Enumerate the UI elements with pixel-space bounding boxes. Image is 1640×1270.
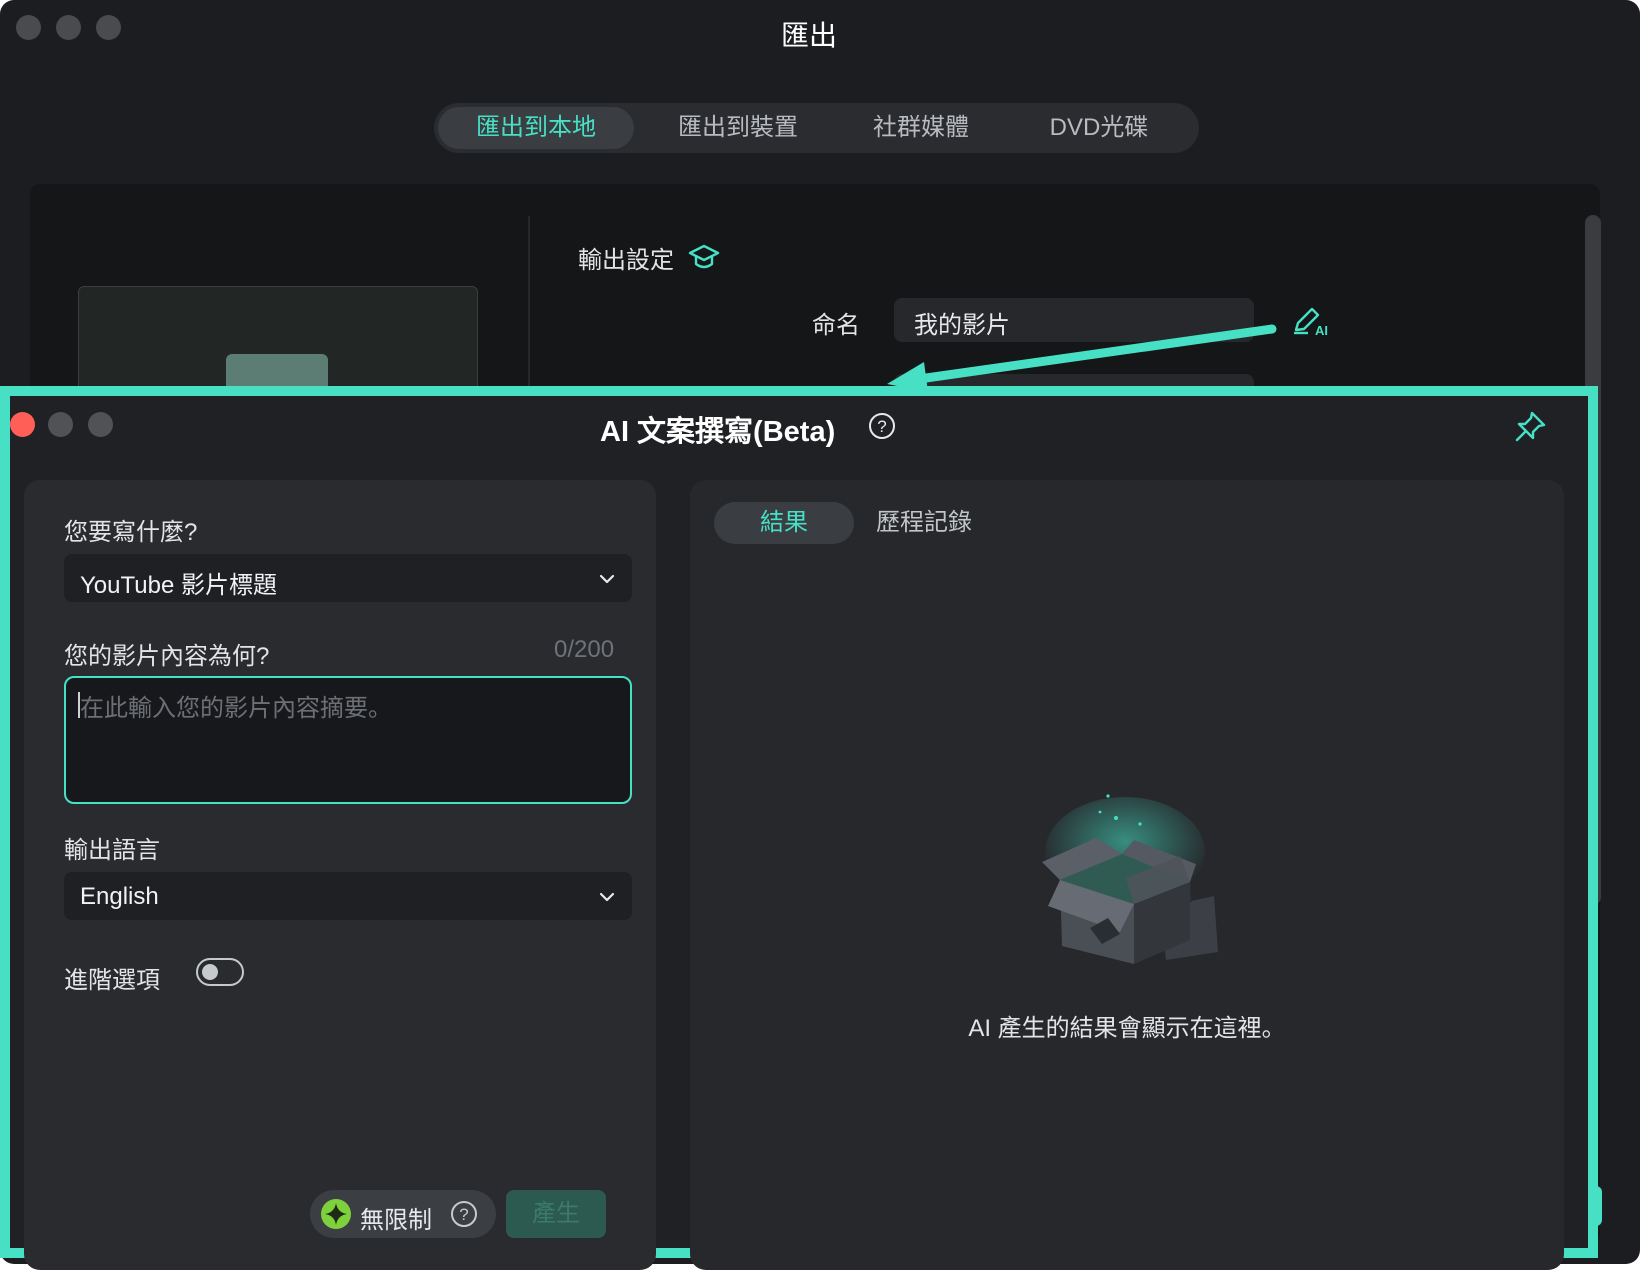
advanced-options-label: 進階選項 [64, 967, 160, 994]
content-type-value: YouTube 影片標題 [80, 572, 277, 599]
ai-copywriting-dialog: AI 文案撰寫(Beta) ? 您要寫什麼? YouTube 影片標題 您的影片… [0, 386, 1598, 1270]
dialog-minimize-button[interactable] [48, 412, 73, 437]
svg-text:?: ? [459, 1205, 468, 1224]
dialog-close-button[interactable] [10, 412, 35, 437]
chevron-down-icon [599, 892, 615, 902]
svg-text:AI: AI [1315, 323, 1328, 336]
empty-state-text: AI 產生的結果會顯示在這裡。 [968, 1015, 1286, 1042]
help-icon[interactable]: ? [868, 412, 896, 440]
content-type-select[interactable]: YouTube 影片標題 [64, 554, 632, 602]
name-input-value: 我的影片 [914, 312, 1010, 339]
video-summary-textarea[interactable]: 在此輸入您的影片內容摘要。 [64, 676, 632, 804]
toggle-knob [202, 964, 218, 980]
pin-icon[interactable] [1513, 410, 1547, 444]
text-caret [78, 692, 80, 718]
chevron-down-icon [599, 574, 615, 584]
unlimited-label: 無限制 [360, 1207, 432, 1234]
video-content-label: 您的影片內容為何? [64, 643, 270, 670]
character-counter: 0/200 [554, 636, 615, 663]
help-icon[interactable]: ? [450, 1200, 478, 1228]
ai-pencil-icon[interactable]: AI [1292, 306, 1332, 338]
output-settings-label: 輸出設定 [578, 247, 674, 274]
output-language-label: 輸出語言 [64, 837, 160, 864]
dialog-zoom-button[interactable] [88, 412, 113, 437]
tab-social-media[interactable]: 社群媒體 [836, 107, 1006, 149]
textarea-placeholder: 在此輸入您的影片內容摘要。 [80, 695, 392, 722]
input-panel: 您要寫什麼? YouTube 影片標題 您的影片內容為何? 0/200 在此輸入… [24, 480, 656, 1270]
results-panel: 結果 歷程記錄 AI 產生的結果會顯示在這裡。 [690, 480, 1564, 1270]
graduation-cap-icon[interactable] [688, 242, 720, 272]
language-select[interactable]: English [64, 872, 632, 920]
dialog-title: AI 文案撰寫(Beta) [600, 416, 836, 448]
tab-export-local[interactable]: 匯出到本地 [438, 107, 634, 149]
export-tab-bar: 匯出到本地 匯出到裝置 社群媒體 DVD光碟 [434, 103, 1199, 153]
tab-export-device[interactable]: 匯出到裝置 [640, 107, 836, 149]
tab-history[interactable]: 歷程記錄 [876, 502, 972, 544]
panel-divider [528, 216, 530, 386]
what-to-write-label: 您要寫什麼? [64, 519, 198, 546]
window-title: 匯出 [780, 20, 837, 51]
generate-button[interactable]: 產生 [506, 1190, 606, 1238]
unlimited-badge[interactable]: 無限制 ? [310, 1190, 496, 1238]
tab-dvd[interactable]: DVD光碟 [1006, 107, 1192, 149]
sparkle-icon [320, 1198, 352, 1230]
name-label: 命名 [812, 312, 860, 339]
open-box-icon [1030, 782, 1250, 982]
advanced-options-toggle[interactable] [196, 958, 244, 986]
language-value: English [80, 883, 159, 910]
svg-text:?: ? [877, 417, 886, 436]
tab-results[interactable]: 結果 [714, 502, 854, 544]
